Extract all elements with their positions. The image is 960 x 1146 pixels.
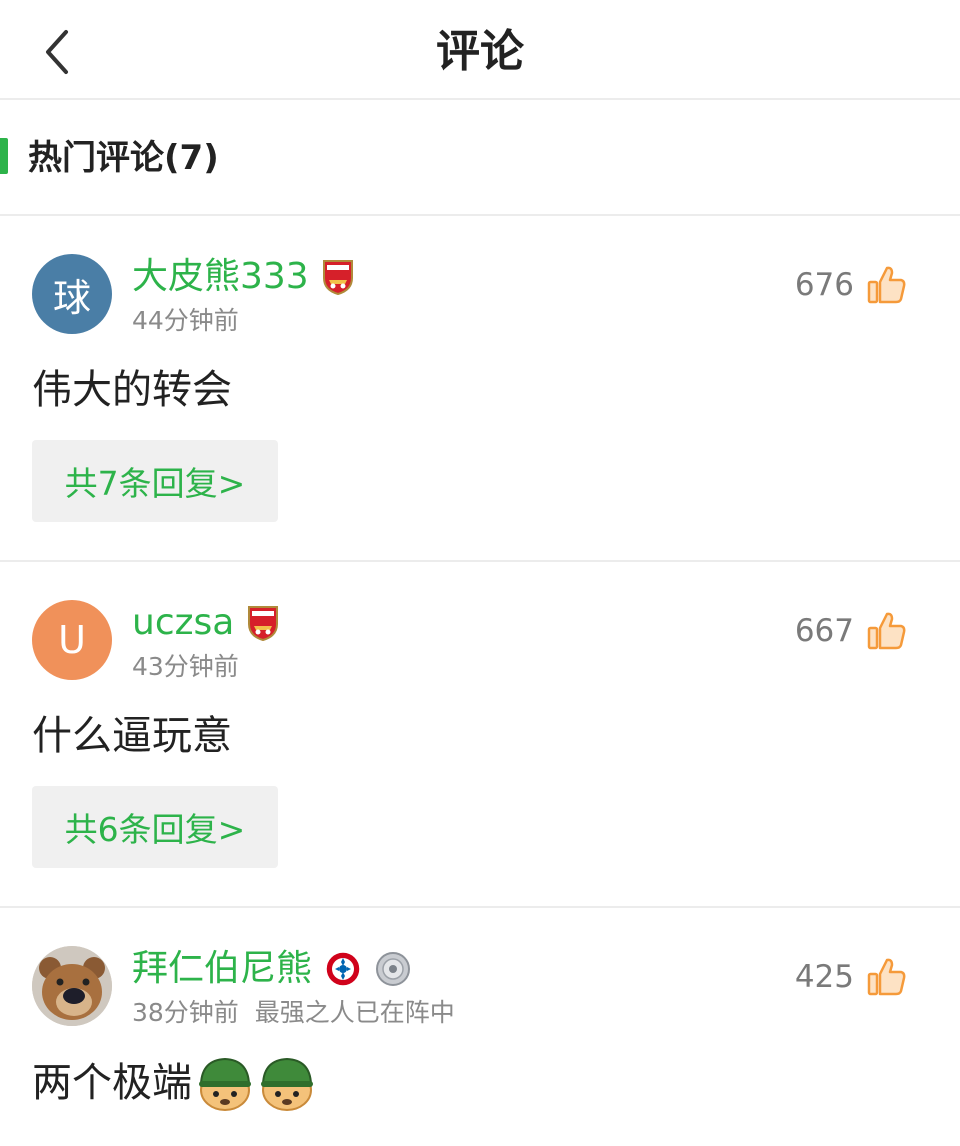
like-count: 676 [794, 267, 854, 303]
comment-item: U uczsa 43分钟前 667 什么逼玩意 共6条回复> [0, 562, 960, 908]
like-count: 425 [794, 959, 854, 995]
username-text: 拜仁伯尼熊 [132, 948, 313, 989]
view-replies-button[interactable]: 共7条回复> [32, 440, 278, 522]
comment-text: 什么逼玩意 [32, 713, 232, 759]
back-button[interactable] [30, 22, 84, 82]
comment-item: 球 大皮熊333 44分钟前 676 伟大的转会 共7条回复> [0, 216, 960, 562]
like-button[interactable]: 425 [795, 956, 908, 998]
user-signature: 最强之人已在阵中 [254, 998, 455, 1027]
username-text: 大皮熊333 [132, 256, 309, 297]
username-link[interactable]: uczsa [132, 600, 280, 646]
comment-time: 44分钟前 [132, 306, 239, 335]
comment-content: 什么逼玩意 [32, 708, 232, 764]
comment-content: 两个极端 [32, 1054, 316, 1112]
comment-text: 伟大的转会 [32, 367, 232, 413]
arsenal-badge-icon [322, 260, 353, 296]
top-bar: 评论 [0, 0, 960, 100]
helmet-doge-emoji [261, 1057, 313, 1111]
avatar[interactable] [32, 946, 112, 1026]
section-accent-bar [0, 138, 8, 174]
avatar[interactable]: U [32, 600, 112, 680]
trophy-plate-icon [376, 952, 411, 986]
like-button[interactable]: 676 [795, 264, 908, 306]
thumbs-up-icon [867, 266, 906, 304]
page-title: 评论 [436, 26, 524, 77]
avatar-text: U [58, 618, 86, 662]
username-link[interactable]: 拜仁伯尼熊 [132, 946, 412, 992]
hot-comments-header: 热门评论(7) [0, 100, 960, 216]
comment-content: 伟大的转会 [32, 362, 232, 418]
view-replies-button[interactable]: 共6条回复> [32, 786, 278, 868]
comment-meta: 38分钟前 最强之人已在阵中 [132, 996, 455, 1030]
thumbs-up-icon [867, 612, 906, 650]
avatar[interactable]: 球 [32, 254, 112, 334]
comment-item: 拜仁伯尼熊 38分钟前 最强之人已在阵中 425 两个极端 [0, 908, 960, 1146]
bear-mascot-avatar-icon [32, 946, 112, 1026]
section-title: 热门评论(7) [28, 138, 219, 178]
chevron-left-icon [46, 30, 68, 74]
comment-time: 38分钟前 [132, 998, 239, 1027]
helmet-doge-emoji [199, 1057, 251, 1111]
comment-time: 43分钟前 [132, 652, 239, 681]
like-count: 667 [794, 613, 854, 649]
like-button[interactable]: 667 [795, 610, 908, 652]
arsenal-badge-icon [248, 606, 279, 642]
username-text: uczsa [132, 602, 235, 643]
avatar-text: 球 [52, 275, 91, 320]
thumbs-up-icon [867, 958, 906, 996]
comment-text: 两个极端 [32, 1060, 192, 1106]
username-link[interactable]: 大皮熊333 [132, 254, 355, 300]
bayern-badge-icon [325, 951, 361, 987]
